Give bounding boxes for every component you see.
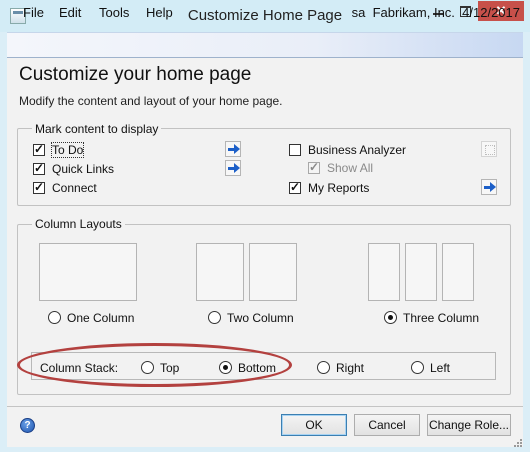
business-analyzer-checkbox[interactable]	[289, 144, 301, 156]
my-reports-checkbox[interactable]	[289, 180, 301, 194]
menu-edit[interactable]: Edit	[59, 5, 81, 20]
page-subtitle: Modify the content and layout of your ho…	[19, 94, 283, 108]
two-column-radio[interactable]	[208, 311, 221, 324]
company-name: Fabrikam, Inc.	[372, 5, 455, 20]
connect-checkbox[interactable]	[33, 180, 45, 194]
two-column-preview-left	[196, 243, 244, 301]
user-name: sa	[351, 5, 366, 20]
cancel-button[interactable]: Cancel	[354, 414, 420, 436]
layouts-group-legend: Column Layouts	[32, 217, 125, 231]
todo-checkbox[interactable]	[33, 142, 45, 156]
show-all-checkbox	[308, 160, 320, 174]
page-title: Customize your home page	[19, 64, 252, 85]
connect-label: Connect	[52, 181, 97, 195]
my-reports-label: My Reports	[308, 181, 370, 195]
todo-open-button[interactable]	[225, 141, 241, 157]
one-column-preview	[39, 243, 137, 301]
show-all-label: Show All	[327, 161, 374, 175]
three-column-preview-3	[442, 243, 474, 301]
menu-bar	[7, 32, 523, 58]
help-icon[interactable]: ?	[20, 418, 35, 433]
menu-file[interactable]: File	[23, 5, 44, 20]
highlight-ellipse	[17, 343, 292, 387]
ok-button[interactable]: OK	[281, 414, 347, 436]
business-analyzer-expand-button	[481, 141, 497, 157]
stack-right-radio[interactable]	[317, 361, 330, 374]
todo-label: To Do	[50, 142, 85, 158]
quick-links-label: Quick Links	[52, 162, 115, 176]
one-column-radio[interactable]	[48, 311, 61, 324]
menu-tools[interactable]: Tools	[99, 5, 129, 20]
three-column-label: Three Column	[403, 311, 480, 325]
two-column-label: Two Column	[227, 311, 294, 325]
change-role-button[interactable]: Change Role...	[427, 414, 511, 436]
user-date: 4/12/2017	[462, 5, 520, 20]
three-column-preview-2	[405, 243, 437, 301]
three-column-radio[interactable]	[384, 311, 397, 324]
two-column-preview-right	[249, 243, 297, 301]
my-reports-open-button[interactable]	[481, 179, 497, 195]
stack-left-radio[interactable]	[411, 361, 424, 374]
stack-right-label: Right	[336, 361, 365, 375]
content-group-legend: Mark content to display	[32, 122, 162, 136]
stack-left-label: Left	[430, 361, 451, 375]
business-analyzer-label: Business Analyzer	[308, 143, 407, 157]
one-column-label: One Column	[67, 311, 135, 325]
quick-links-checkbox[interactable]	[33, 161, 45, 175]
user-company-date: sa Fabrikam, Inc. 4/12/2017	[352, 5, 520, 20]
menu-help[interactable]: Help	[146, 5, 173, 20]
three-column-preview-1	[368, 243, 400, 301]
resize-grip-icon[interactable]	[511, 436, 523, 448]
quick-links-open-button[interactable]	[225, 160, 241, 176]
expand-icon	[485, 145, 495, 155]
